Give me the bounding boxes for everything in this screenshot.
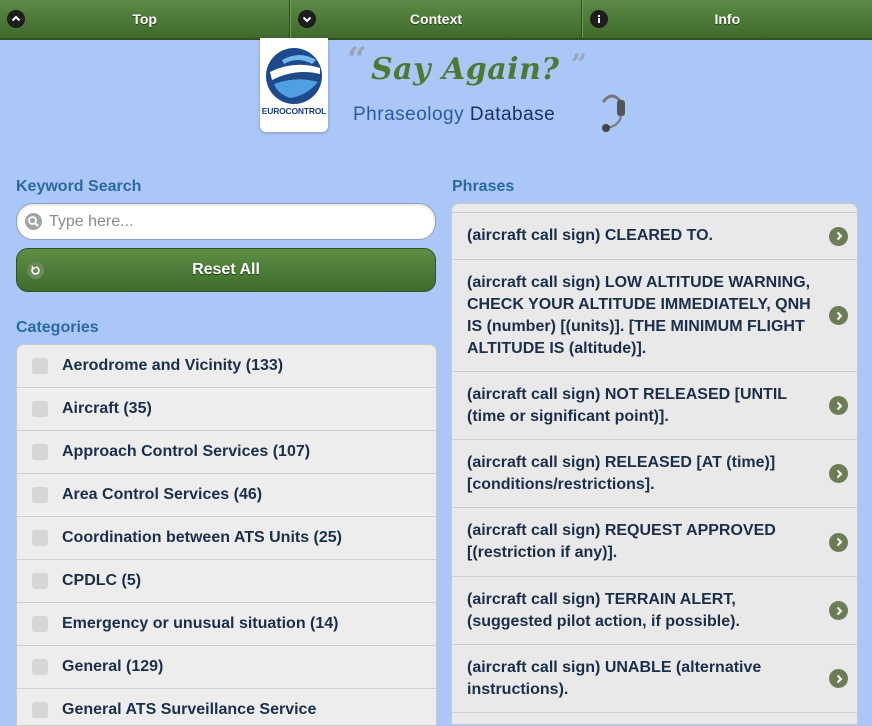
phrase-item[interactable]: (aircraft call sign) UNABLE (alternative… <box>452 645 857 713</box>
category-label: General (129) <box>62 658 164 675</box>
category-checkbox[interactable] <box>32 659 48 675</box>
category-checkbox[interactable] <box>32 530 48 546</box>
category-checkbox[interactable] <box>32 702 48 718</box>
info-icon <box>589 10 608 28</box>
category-checkbox[interactable] <box>32 616 48 632</box>
phrase-text: (aircraft call sign) CLEARED TO. <box>467 227 713 244</box>
nav-top-button[interactable]: Top <box>0 0 291 38</box>
category-checkbox[interactable] <box>32 573 48 589</box>
reset-all-label: Reset All <box>192 261 260 278</box>
nav-context-label: Context <box>409 11 463 27</box>
search-input[interactable] <box>47 210 431 234</box>
category-item[interactable]: Area Control Services (46) <box>17 474 436 517</box>
top-navbar: Top Context Info <box>0 0 872 40</box>
phrase-item[interactable]: (aircraft call sign) LOW ALTITUDE WARNIN… <box>452 260 857 372</box>
chevron-right-icon <box>829 464 848 483</box>
eurocontrol-emblem-icon <box>266 48 322 104</box>
reset-icon <box>27 262 44 279</box>
chevron-up-icon <box>7 10 25 28</box>
categories-list: Aerodrome and Vicinity (133) Aircraft (3… <box>16 344 437 726</box>
category-label: CPDLC (5) <box>62 572 142 589</box>
eurocontrol-logo: EUROCONTROL <box>260 38 328 132</box>
category-label: General ATS Surveillance Service <box>62 701 317 718</box>
nav-info-label: Info <box>714 11 741 27</box>
phrase-item[interactable]: (aircraft call sign) TERRAIN ALERT, (sug… <box>452 577 857 645</box>
keyword-search-heading: Keyword Search <box>16 178 142 195</box>
category-label: Aerodrome and Vicinity (133) <box>62 357 284 374</box>
category-label: Emergency or unusual situation (14) <box>62 615 339 632</box>
category-label: Aircraft (35) <box>62 400 152 417</box>
chevron-down-icon <box>298 10 317 28</box>
category-item[interactable]: Emergency or unusual situation (14) <box>17 603 436 646</box>
open-quote-icon: “ <box>347 40 367 80</box>
reset-all-button[interactable]: Reset All <box>16 248 436 292</box>
categories-heading: Categories <box>16 319 99 336</box>
app-subtitle: Phraseology Database <box>353 104 555 126</box>
category-item[interactable]: General ATS Surveillance Service <box>17 689 436 725</box>
phrase-text: (aircraft call sign) NOT RELEASED [UNTIL… <box>467 385 787 425</box>
phrases-heading: Phrases <box>452 178 515 195</box>
phrase-text: (aircraft call sign) UNABLE (alternative… <box>467 658 762 698</box>
close-quote-icon: ” <box>571 48 588 81</box>
phrase-text: (aircraft call sign) TERRAIN ALERT, (sug… <box>467 590 740 630</box>
category-item[interactable]: Coordination between ATS Units (25) <box>17 517 436 560</box>
app-title: Say Again? <box>371 52 560 87</box>
phrase-item[interactable]: (aircraft call sign) CLEARED TO. <box>452 213 857 260</box>
nav-top-label: Top <box>132 11 157 27</box>
nav-info-button[interactable]: Info <box>581 0 872 38</box>
category-label: Area Control Services (46) <box>62 486 263 503</box>
category-item[interactable]: Aerodrome and Vicinity (133) <box>17 345 436 388</box>
category-label: Approach Control Services (107) <box>62 443 311 460</box>
phrase-item[interactable]: (aircraft call sign) NOT RELEASED [UNTIL… <box>452 372 857 440</box>
category-checkbox[interactable] <box>32 487 48 503</box>
phrase-text: (aircraft call sign) REQUEST APPROVED [(… <box>467 522 776 561</box>
phrase-text: (aircraft call sign) RELEASED [AT (time)… <box>467 453 776 493</box>
chevron-right-icon <box>829 226 848 246</box>
category-item[interactable]: CPDLC (5) <box>17 560 436 603</box>
search-box <box>16 203 436 240</box>
logo-text: EUROCONTROL <box>261 106 327 116</box>
category-item[interactable]: Approach Control Services (107) <box>17 431 436 474</box>
category-checkbox[interactable] <box>32 444 48 460</box>
nav-context-button[interactable]: Context <box>290 0 582 38</box>
subtitle-part2: Database <box>469 104 556 125</box>
phrase-item[interactable]: (aircraft call sign) REQUEST APPROVED [(… <box>452 508 857 577</box>
phrases-list-top <box>452 204 857 213</box>
chevron-right-icon <box>829 306 848 325</box>
category-checkbox[interactable] <box>32 358 48 374</box>
category-item[interactable]: Aircraft (35) <box>17 388 436 431</box>
chevron-right-icon <box>829 669 848 688</box>
app-banner: “ Say Again? ” Phraseology Database <box>345 40 630 138</box>
search-icon <box>25 213 42 230</box>
phrase-text: (aircraft call sign) LOW ALTITUDE WARNIN… <box>467 273 811 357</box>
category-item[interactable]: General (129) <box>17 646 436 689</box>
subtitle-part1: Phraseology <box>353 104 465 125</box>
category-label: Coordination between ATS Units (25) <box>62 529 343 546</box>
chevron-right-icon <box>829 396 848 415</box>
phrases-list: (aircraft call sign) CLEARED TO. (aircra… <box>451 203 858 725</box>
category-checkbox[interactable] <box>32 401 48 417</box>
chevron-right-icon <box>829 601 848 620</box>
phrase-item[interactable]: (aircraft call sign) RELEASED [AT (time)… <box>452 440 857 508</box>
headset-icon <box>601 94 625 132</box>
chevron-right-icon <box>829 532 848 552</box>
